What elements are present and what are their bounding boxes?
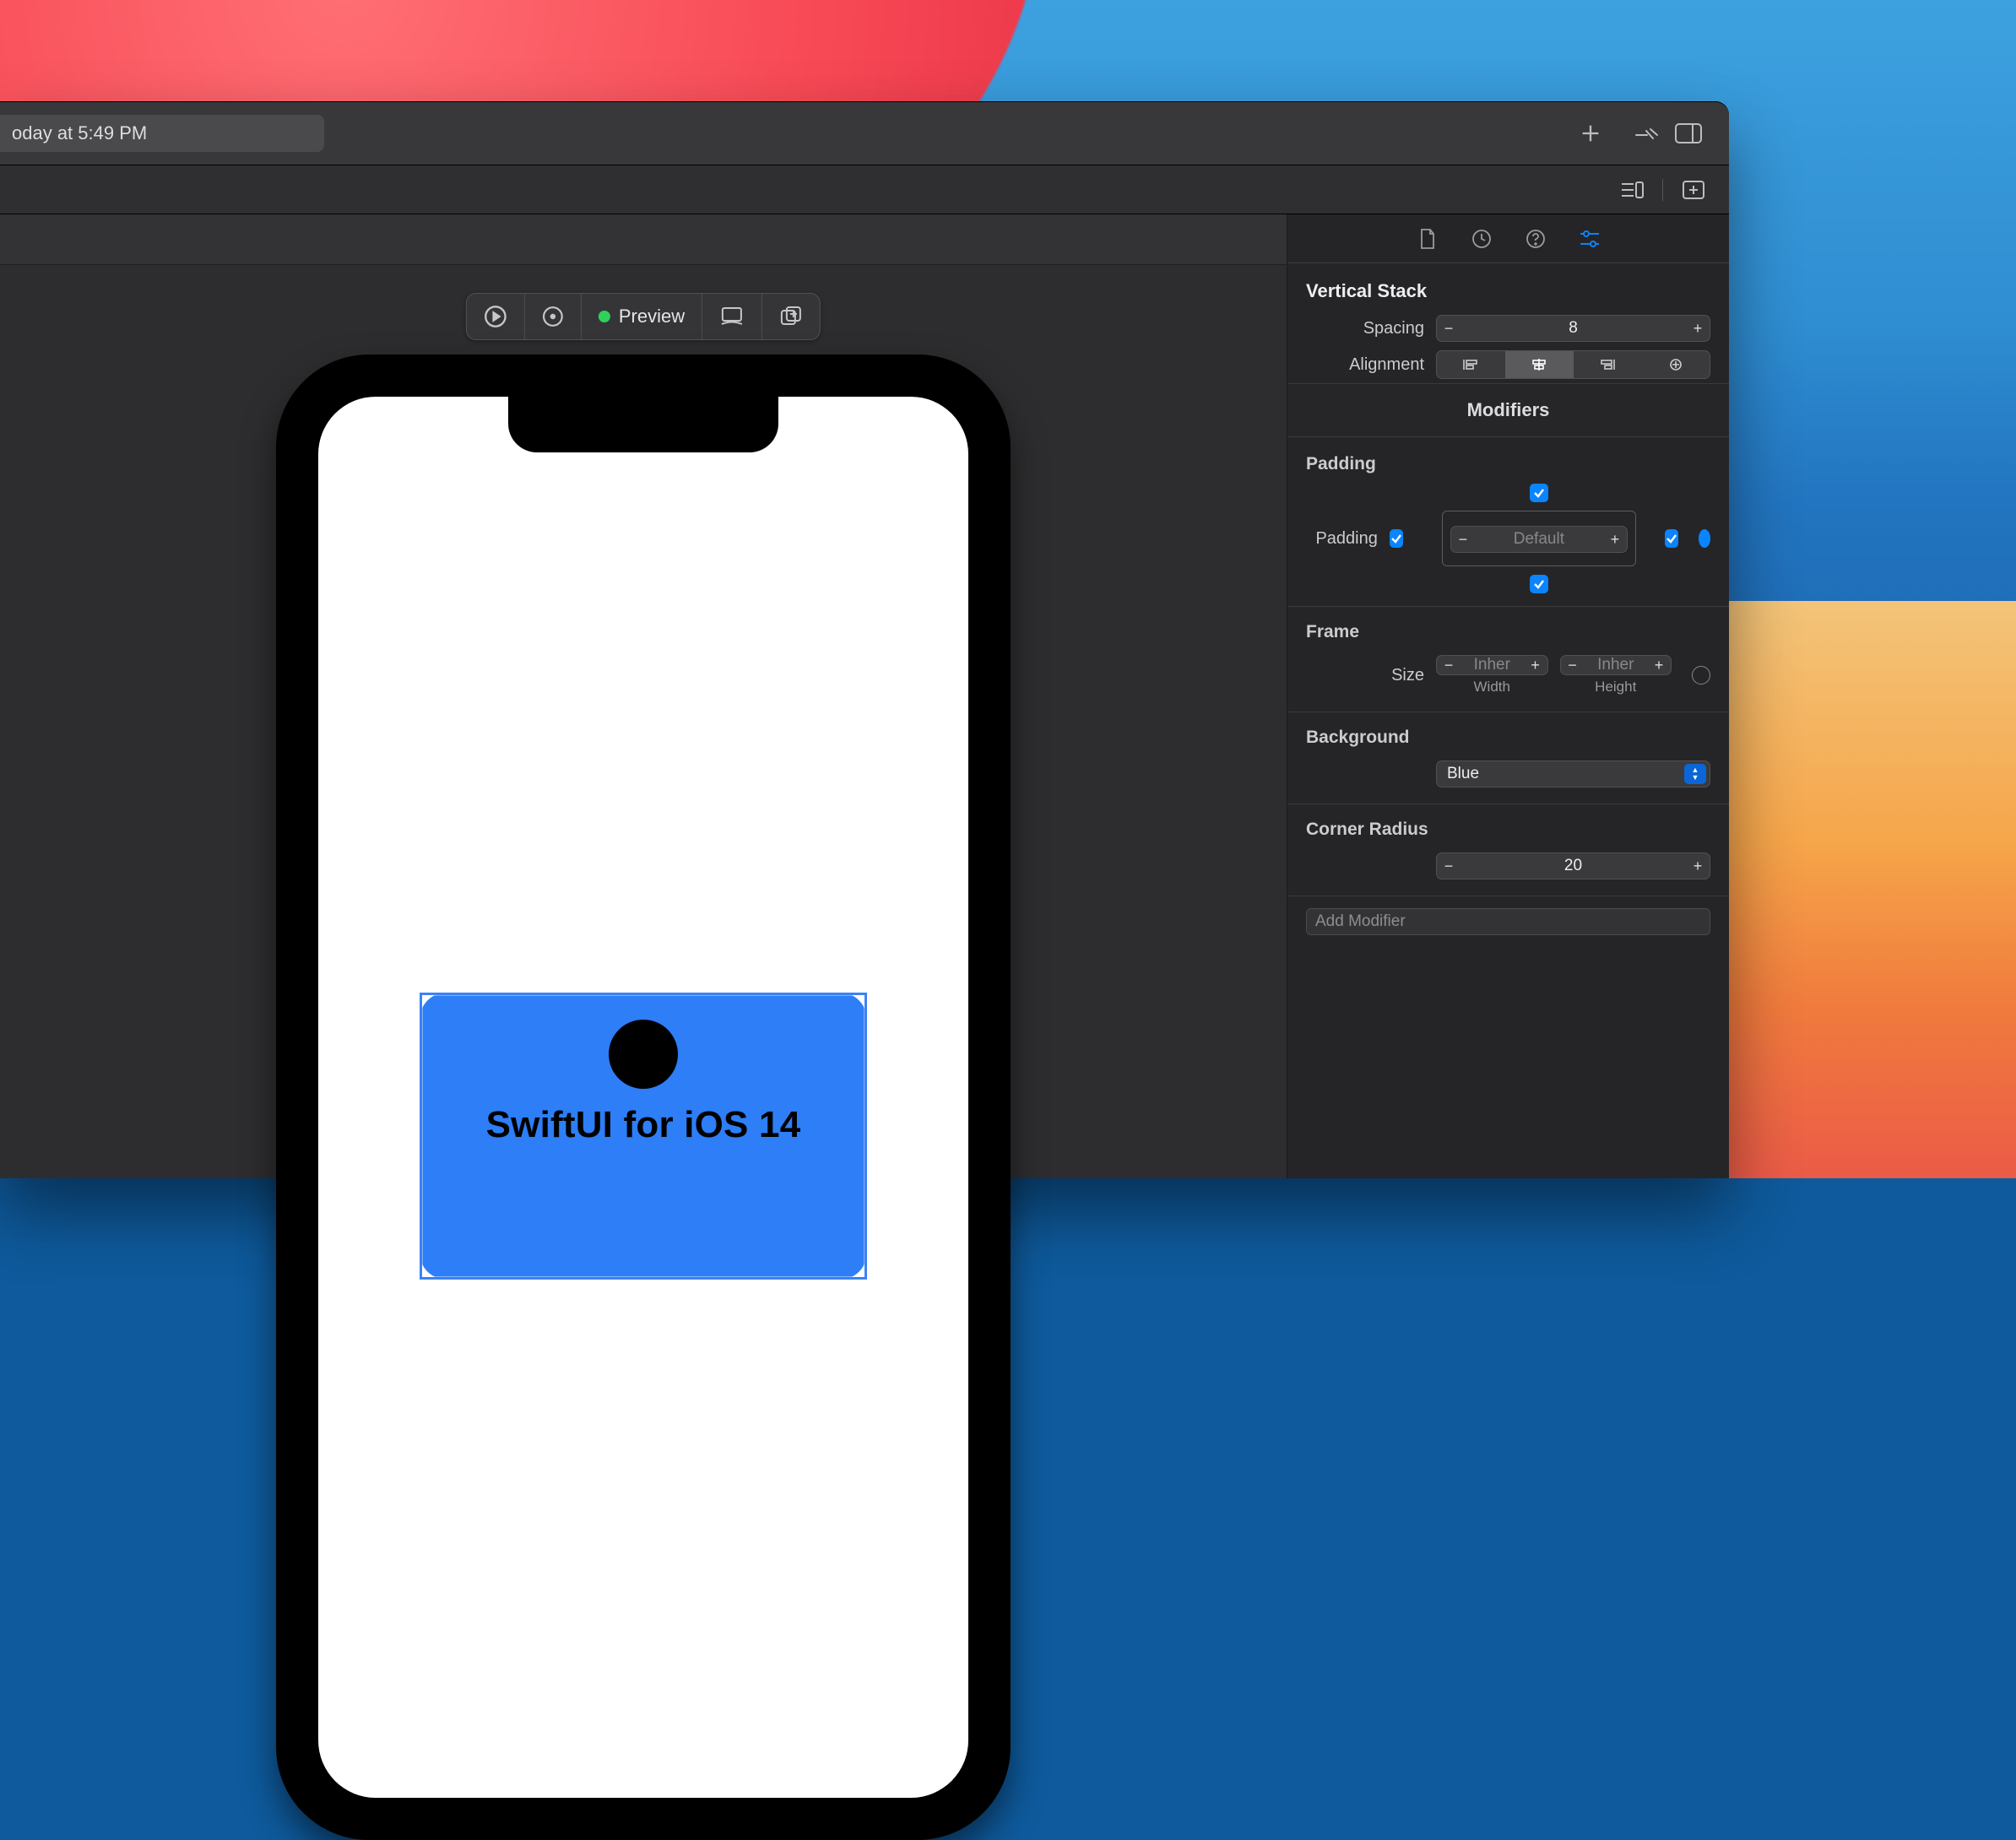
select-arrows-icon: ▲▼	[1684, 764, 1706, 784]
padding-bottom-checkbox[interactable]	[1530, 575, 1548, 593]
height-plus-button[interactable]: +	[1647, 656, 1671, 674]
library-add-button[interactable]	[1570, 113, 1611, 154]
width-placeholder[interactable]: Inher	[1461, 656, 1524, 674]
add-modifier-placeholder: Add Modifier	[1315, 912, 1406, 931]
frame-height-stepper[interactable]: − Inher +	[1560, 655, 1672, 675]
spacing-minus-button[interactable]: −	[1437, 316, 1461, 341]
preview-status-label: Preview	[619, 306, 685, 327]
history-inspector-tab[interactable]	[1469, 226, 1494, 252]
inspector-panel: Vertical Stack Spacing − 8 + Alignment	[1287, 214, 1729, 1178]
add-modifier-field[interactable]: Add Modifier	[1306, 908, 1710, 935]
corner-radius-section-title: Corner Radius	[1287, 816, 1729, 848]
width-minus-button[interactable]: −	[1437, 656, 1461, 674]
vstack-section-title: Vertical Stack	[1287, 263, 1729, 311]
vstack-card[interactable]: SwiftUI for iOS 14	[420, 993, 867, 1280]
background-section-title: Background	[1287, 724, 1729, 756]
corner-radius-stepper[interactable]: − 20 +	[1436, 852, 1710, 879]
card-circle-icon	[609, 1020, 678, 1089]
frame-size-label: Size	[1306, 666, 1424, 685]
spacing-label: Spacing	[1306, 319, 1424, 338]
code-review-button[interactable]	[1628, 113, 1668, 154]
padding-plus-button[interactable]: +	[1603, 527, 1627, 552]
preview-canvas[interactable]: Preview SwiftUI for iOS 14	[0, 214, 1287, 1178]
spacing-value[interactable]: 8	[1461, 316, 1686, 341]
align-center-button[interactable]	[1505, 351, 1574, 378]
padding-field-label: Padding	[1306, 529, 1378, 549]
background-color-value: Blue	[1447, 765, 1479, 783]
corner-radius-value[interactable]: 20	[1461, 853, 1686, 879]
build-status-pill[interactable]: oday at 5:49 PM	[0, 115, 324, 152]
toggle-inspector-button[interactable]	[1668, 113, 1709, 154]
alignment-segmented-control[interactable]	[1436, 350, 1710, 379]
modifiers-header: Modifiers	[1287, 383, 1729, 437]
padding-leading-checkbox[interactable]	[1390, 529, 1403, 548]
frame-section-title: Frame	[1287, 619, 1729, 651]
align-leading-button[interactable]	[1437, 351, 1505, 378]
device-settings-button[interactable]	[702, 294, 762, 339]
canvas-header-strip	[0, 214, 1287, 265]
help-inspector-tab[interactable]	[1523, 226, 1548, 252]
build-status-text: oday at 5:49 PM	[12, 122, 147, 144]
xcode-window: oday at 5:49 PM	[0, 101, 1729, 1178]
inspector-tabs	[1287, 214, 1729, 263]
spacing-plus-button[interactable]: +	[1686, 316, 1710, 341]
preview-toolbar: Preview	[466, 293, 821, 340]
padding-enabled-indicator[interactable]	[1699, 529, 1710, 548]
phone-device-frame: SwiftUI for iOS 14	[276, 354, 1011, 1840]
padding-value-stepper[interactable]: − Default +	[1450, 526, 1628, 553]
background-color-select[interactable]: Blue ▲▼	[1436, 760, 1710, 787]
window-titlebar: oday at 5:49 PM	[0, 102, 1729, 165]
frame-width-stepper[interactable]: − Inher +	[1436, 655, 1548, 675]
height-sublabel: Height	[1560, 679, 1672, 695]
tabbar-divider	[1662, 179, 1663, 201]
spacing-stepper[interactable]: − 8 +	[1436, 315, 1710, 342]
corner-minus-button[interactable]: −	[1437, 853, 1461, 879]
phone-notch	[508, 397, 778, 452]
run-preview-button[interactable]	[467, 294, 525, 339]
height-minus-button[interactable]: −	[1561, 656, 1585, 674]
width-plus-button[interactable]: +	[1524, 656, 1547, 674]
preview-status[interactable]: Preview	[582, 294, 702, 339]
add-editor-button[interactable]	[1673, 170, 1714, 210]
height-placeholder[interactable]: Inher	[1585, 656, 1648, 674]
attributes-inspector-tab[interactable]	[1577, 226, 1602, 252]
padding-trailing-checkbox[interactable]	[1665, 529, 1678, 548]
width-sublabel: Width	[1436, 679, 1548, 695]
frame-enabled-indicator[interactable]	[1692, 666, 1710, 685]
duplicate-preview-button[interactable]	[762, 294, 820, 339]
file-inspector-tab[interactable]	[1415, 226, 1440, 252]
padding-top-checkbox[interactable]	[1530, 484, 1548, 502]
inspect-preview-button[interactable]	[525, 294, 582, 339]
padding-minus-button[interactable]: −	[1451, 527, 1475, 552]
phone-screen[interactable]: SwiftUI for iOS 14	[318, 397, 968, 1798]
alignment-label: Alignment	[1306, 355, 1424, 375]
editor-options-button[interactable]	[1612, 170, 1652, 210]
padding-value-placeholder[interactable]: Default	[1475, 527, 1603, 552]
corner-plus-button[interactable]: +	[1686, 853, 1710, 879]
align-inherited-button[interactable]	[1641, 351, 1710, 378]
align-trailing-button[interactable]	[1574, 351, 1642, 378]
padding-section-title: Padding	[1287, 437, 1729, 483]
preview-status-dot-icon	[599, 311, 610, 322]
card-title: SwiftUI for iOS 14	[486, 1104, 801, 1146]
editor-tabbar	[0, 165, 1729, 214]
